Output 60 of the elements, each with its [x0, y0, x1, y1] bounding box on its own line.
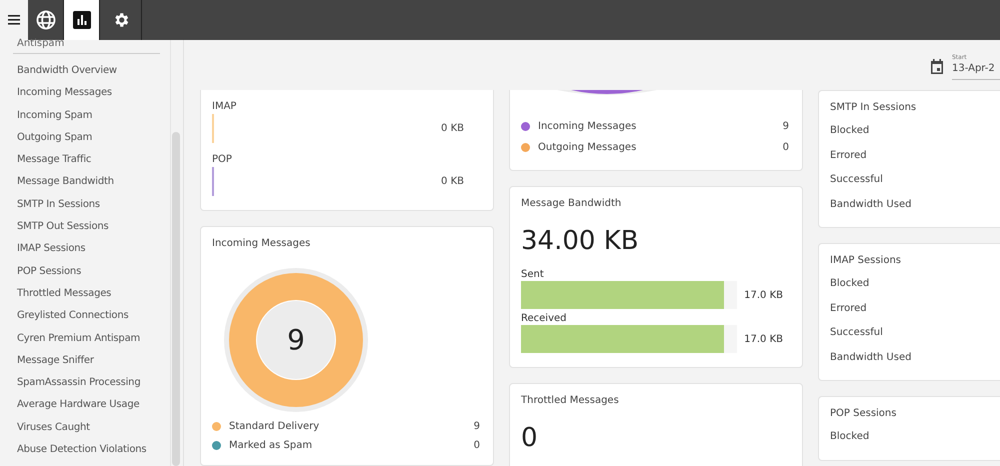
sidebar-item[interactable]: SMTP In Sessions [17, 194, 170, 216]
sidebar-group-label: Antispam [17, 37, 66, 49]
sidebar-item[interactable]: Viruses Caught [17, 416, 170, 440]
scrollbar-thumb[interactable] [172, 132, 180, 466]
sidebar-item[interactable]: Greylisted Connections [17, 305, 170, 328]
sidebar-item[interactable]: SMTP Out Sessions [17, 216, 170, 238]
globe-icon [36, 10, 56, 30]
legend-value: 9 [782, 121, 789, 132]
bar-label: Received [521, 313, 568, 325]
sidebar-item[interactable]: Message Sniffer [17, 350, 170, 372]
legend-label: Marked as Spam [229, 440, 312, 451]
sidebar-item[interactable]: Incoming Messages [17, 82, 170, 105]
card-title: Incoming Messages [212, 237, 312, 251]
stat-label: Bandwidth Used [830, 350, 912, 364]
card-title: SMTP In Sessions [830, 101, 918, 115]
card-title: Message Bandwidth [521, 197, 622, 211]
protocol-label: POP [212, 154, 232, 165]
menu-icon [8, 15, 20, 25]
bar-value: 17.0 KB [744, 290, 783, 300]
card-title: IMAP Sessions [830, 254, 902, 268]
sidebar-item[interactable]: Cyren Premium Antispam [17, 328, 170, 350]
card-title: Throttled Messages [521, 394, 620, 408]
legend-value: 9 [474, 421, 480, 432]
sidebar-item[interactable]: Average Hardware Usage [17, 394, 170, 417]
sidebar-item[interactable]: IMAP Sessions [17, 238, 170, 261]
stat-label: Successful [830, 173, 884, 187]
stat-label: Successful [830, 326, 884, 340]
total-value: 0 [521, 422, 539, 455]
bar-label: Sent [521, 269, 545, 281]
stat-label: Errored [830, 302, 868, 316]
legend-value: 0 [782, 142, 789, 153]
protocol-value: 0 KB [441, 123, 464, 134]
legend-label: Standard Delivery [229, 421, 320, 432]
sidebar-item[interactable]: Bandwidth Overview [17, 60, 170, 82]
sidebar-item[interactable]: Abuse Detection Violations [17, 439, 170, 462]
sidebar-item[interactable]: Outgoing Spam [17, 126, 170, 150]
stat-label: Bandwidth Used [830, 198, 912, 212]
sidebar-item[interactable]: Incoming Spam [17, 104, 170, 127]
card-title: POP Sessions [830, 407, 898, 421]
protocol-label: IMAP [212, 101, 236, 112]
stat-label: Blocked [830, 430, 870, 444]
calendar-icon[interactable] [930, 58, 944, 74]
sidebar-item[interactable]: Message Traffic [17, 149, 170, 172]
sidebar-item[interactable]: POP Sessions [17, 260, 170, 283]
legend-label: Incoming Messages [538, 121, 636, 132]
total-value: 34.00 KB [521, 225, 640, 258]
legend-value: 0 [474, 440, 480, 451]
stat-label: Blocked [830, 124, 870, 138]
legend-label: Outgoing Messages [538, 142, 636, 153]
sidebar-item[interactable]: Throttled Messages [17, 282, 170, 306]
toolbar-tab[interactable] [64, 0, 100, 40]
bar-value: 17.0 KB [744, 334, 783, 344]
donut-total: 9 [286, 324, 306, 356]
sidebar-item[interactable]: SpamAssassin Processing [17, 372, 170, 394]
bar-chart-icon [72, 11, 90, 29]
protocol-value: 0 KB [441, 176, 464, 187]
sidebar-item[interactable]: Message Bandwidth [17, 171, 170, 194]
menu-button[interactable] [0, 0, 28, 40]
stat-label: Errored [830, 148, 868, 162]
stat-label: Blocked [830, 277, 870, 291]
